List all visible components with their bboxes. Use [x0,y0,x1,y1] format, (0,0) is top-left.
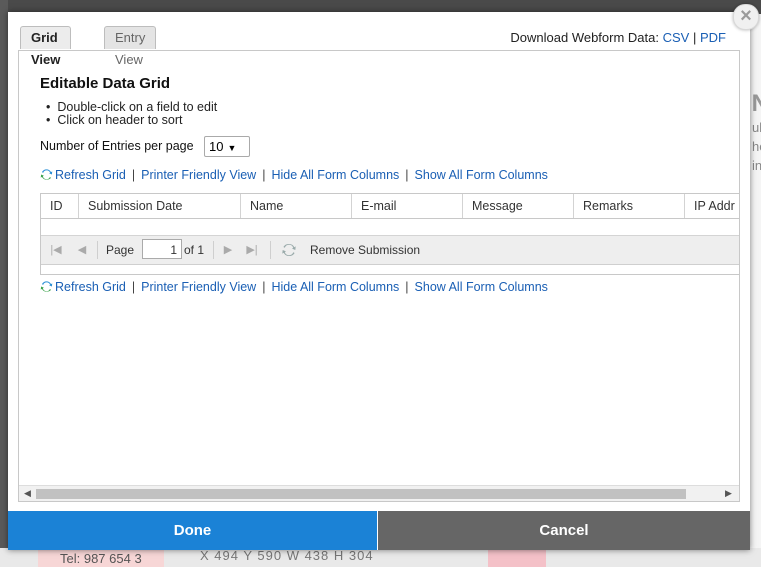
remove-submission-icon[interactable] [281,242,297,258]
scroll-left-icon[interactable]: ◀ [24,488,31,499]
background-left-strip [0,0,8,567]
column-header-ip-address[interactable]: IP Addr [685,194,739,218]
grid-actions-bottom: Refresh Grid | Printer Friendly View | Hide … [40,280,548,294]
refresh-icon[interactable] [40,168,53,181]
grid-header-row: ID Submission Date Name E-mail Message R… [41,194,739,219]
column-header-message[interactable]: Message [463,194,574,218]
cancel-button[interactable]: Cancel [378,511,750,550]
page-label: Page [106,243,135,257]
webform-data-modal: Grid View Entry View Download Webform Da… [8,12,750,550]
background-coords: X 494 Y 590 W 438 H 304 [200,548,374,563]
refresh-icon[interactable] [40,280,53,293]
column-header-remarks[interactable]: Remarks [574,194,685,218]
show-all-columns-link[interactable]: Show All Form Columns [415,168,548,182]
refresh-grid-link[interactable]: Refresh Grid [55,280,126,294]
close-icon[interactable]: × [733,4,759,30]
refresh-grid-link[interactable]: Refresh Grid [55,168,126,182]
link-separator: | [131,168,136,182]
done-button[interactable]: Done [8,511,377,550]
download-pdf-link[interactable]: PDF [700,30,726,45]
column-header-email[interactable]: E-mail [352,194,463,218]
last-page-icon[interactable]: ▶| [245,243,259,257]
link-separator: | [262,168,266,182]
column-header-name[interactable]: Name [241,194,352,218]
download-label: Download Webform Data: [510,30,659,45]
link-separator: | [405,168,409,182]
grid-pager: |◀ ◀ Page 1 of 1 ▶ ▶| Remove Submission [41,235,739,265]
entries-per-page-select[interactable]: 10 ▼ [204,136,250,157]
pager-divider [213,241,214,259]
background-text-line: ub [752,120,761,135]
background-tel: Tel: 987 654 3 [38,550,164,567]
entries-per-page-value: 10 [209,139,224,154]
hide-all-columns-link[interactable]: Hide All Form Columns [271,168,399,182]
background-text-fragment: ub he in [752,118,761,175]
page-number-input[interactable]: 1 [142,239,182,259]
background-bottom-bar: Tel: 987 654 3 X 494 Y 590 W 438 H 304 [0,548,761,567]
pager-divider [270,241,271,259]
previous-page-icon[interactable]: ◀ [75,243,89,257]
printer-friendly-link[interactable]: Printer Friendly View [141,168,256,182]
hide-all-columns-link[interactable]: Hide All Form Columns [271,280,399,294]
scrollbar-thumb[interactable] [36,489,686,499]
data-grid: ID Submission Date Name E-mail Message R… [40,193,739,275]
entries-per-page-label: Number of Entries per page [40,139,194,153]
grid-view-panel: Editable Data Grid Double-click on a fie… [18,50,740,502]
chevron-down-icon: ▼ [227,143,237,153]
page-count-label: of 1 [184,243,205,257]
first-page-icon[interactable]: |◀ [49,243,63,257]
background-text-line: he [752,139,761,154]
tab-entry-view[interactable]: Entry View [104,26,157,67]
link-separator: | [262,280,266,294]
background-text-line: in [752,158,761,173]
page-title: Editable Data Grid [40,75,171,92]
printer-friendly-link[interactable]: Printer Friendly View [141,280,256,294]
next-page-icon[interactable]: ▶ [221,243,235,257]
scroll-right-icon[interactable]: ▶ [725,488,732,499]
link-separator: | [131,280,136,294]
tab-grid-view[interactable]: Grid View [20,26,72,67]
download-webform-data: Download Webform Data: CSV | PDF [510,30,726,45]
link-separator: | [405,280,409,294]
grid-body [41,219,739,235]
modal-footer: Done Cancel [8,511,750,550]
column-header-submission-date[interactable]: Submission Date [79,194,241,218]
show-all-columns-link[interactable]: Show All Form Columns [415,280,548,294]
background-pink-block [488,548,546,567]
download-csv-link[interactable]: CSV [663,30,690,45]
list-item: Click on header to sort [46,114,217,127]
pager-divider [97,241,98,259]
grid-actions-top: Refresh Grid | Printer Friendly View | Hide … [40,168,548,182]
column-header-id[interactable]: ID [41,194,79,218]
remove-submission-button[interactable]: Remove Submission [310,243,420,257]
download-separator: | [692,30,697,45]
horizontal-scrollbar[interactable]: ◀ ▶ [19,485,739,501]
instructions-list: Double-click on a field to edit Click on… [46,101,217,127]
